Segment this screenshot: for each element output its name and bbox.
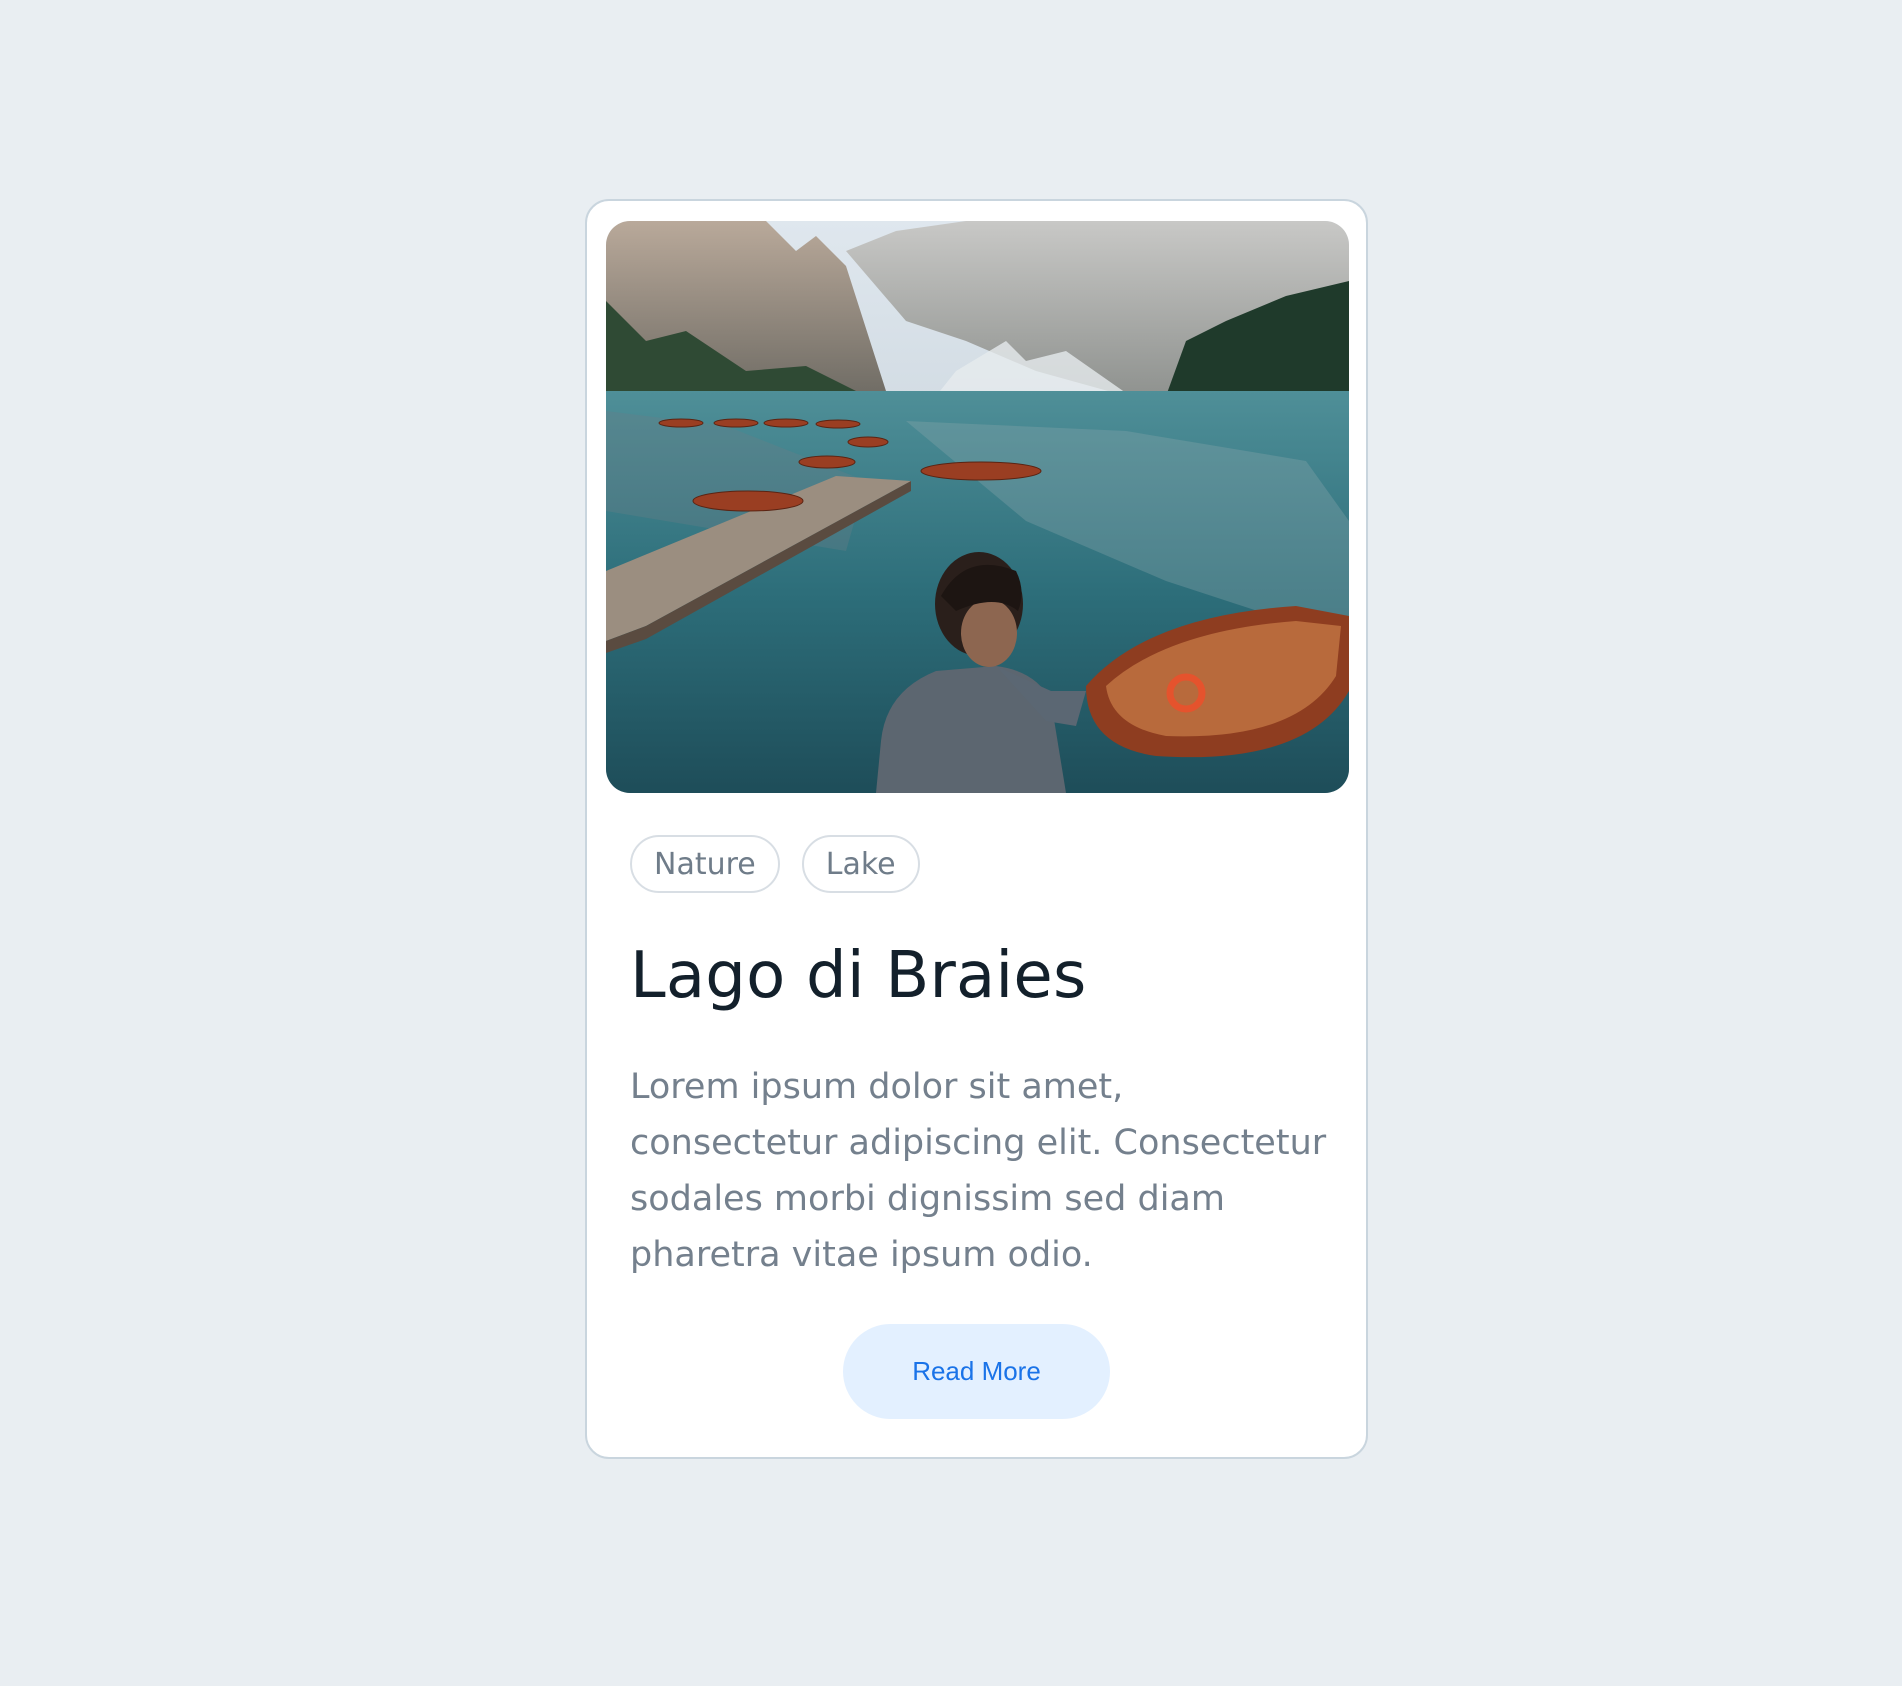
- tag-nature[interactable]: Nature: [630, 835, 780, 893]
- card-description: Lorem ipsum dolor sit amet, consectetur …: [630, 1067, 1327, 1275]
- tag-list: Nature Lake: [630, 835, 920, 893]
- card-title: Lago di Braies: [630, 939, 1087, 1013]
- read-more-button[interactable]: Read More: [843, 1324, 1110, 1419]
- article-card: Nature Lake Lago di Braies Lorem ipsum d…: [585, 199, 1368, 1459]
- hero-image: [606, 221, 1349, 793]
- lake-photo-illustration: [606, 221, 1349, 793]
- tag-lake[interactable]: Lake: [801, 835, 920, 893]
